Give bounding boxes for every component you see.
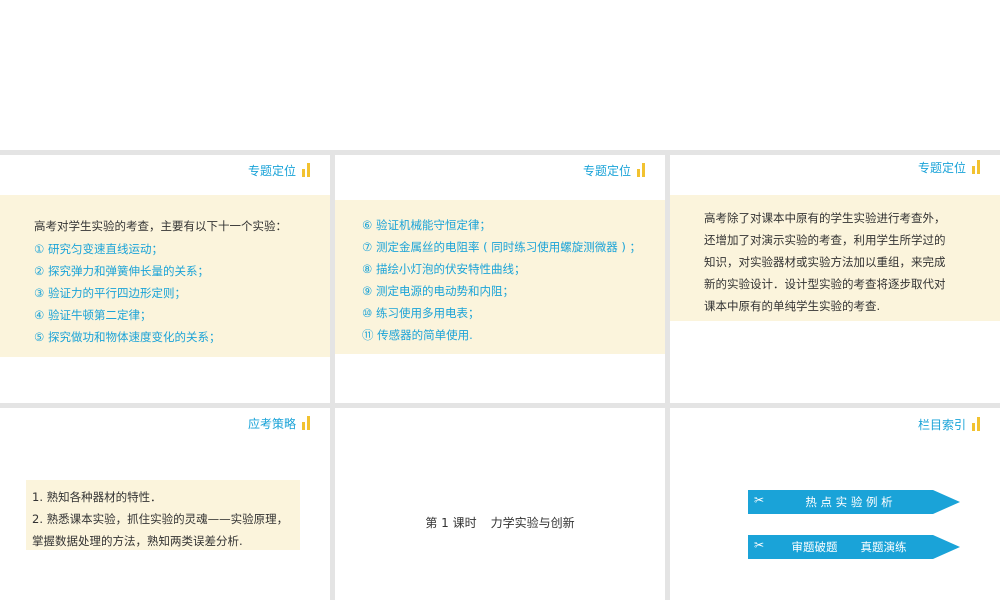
nav-button-label: 审题破题 真题演练 — [791, 540, 907, 554]
section-header-label: 专题定位 — [582, 163, 631, 178]
scissors-icon: ✂ — [754, 493, 765, 507]
paragraph-line: 新的实验设计．设计型实验的考查将逐步取代对 — [704, 277, 946, 291]
intro-text: 高考对学生实验的考查，主要有以下十一个实验： — [34, 219, 287, 233]
content-box: 高考对学生实验的考查，主要有以下十一个实验： ① 研究匀变速直线运动； ② 探究… — [0, 195, 330, 357]
slide-thumbnail-2[interactable]: 专题定位 ⑥ 验证机械能守恒定律； ⑦ 测定金属丝的电阻率 ( 同时练习使用螺旋… — [335, 155, 665, 403]
strategy-line: 1. 熟知各种器材的特性． — [32, 490, 162, 504]
section-header-label: 专题定位 — [247, 163, 296, 178]
lesson-topic: 力学实验与创新 — [490, 516, 575, 530]
paragraph-line: 课本中原有的单纯学生实验的考查. — [704, 299, 881, 313]
experiment-item: ⑪ 传感器的简单使用. — [362, 328, 473, 342]
section-header-label: 专题定位 — [917, 160, 966, 175]
scissors-icon: ✂ — [754, 538, 765, 552]
section-header-label: 应考策略 — [247, 416, 296, 431]
section-header: 专题定位 — [583, 161, 645, 179]
slide-thumbnail-3[interactable]: 专题定位 高考除了对课本中原有的学生实验进行考查外， 还增加了对演示实验的考查，… — [670, 155, 1000, 403]
bar-chart-icon — [302, 163, 310, 177]
section-header: 栏目索引 — [918, 415, 980, 433]
experiment-item: ⑤ 探究做功和物体速度变化的关系； — [34, 330, 221, 344]
nav-button-exam-practice[interactable]: ✂ 审题破题 真题演练 — [748, 535, 960, 559]
experiment-item: ⑦ 测定金属丝的电阻率 ( 同时练习使用螺旋测微器 ) ； — [362, 240, 642, 254]
bar-chart-icon — [637, 163, 645, 177]
nav-button-hot-experiments[interactable]: ✂ 热 点 实 验 例 析 — [748, 490, 960, 514]
section-header: 应考策略 — [248, 414, 310, 432]
bar-chart-icon — [972, 160, 980, 174]
slide-thumbnail-5[interactable]: 第 1 课时 力学实验与创新 — [335, 408, 665, 600]
bar-chart-icon — [972, 417, 980, 431]
paragraph-line: 知识，对实验器材或实验方法加以重组，来完成 — [704, 255, 946, 269]
experiment-item: ⑨ 测定电源的电动势和内阻； — [362, 284, 514, 298]
content-box: ⑥ 验证机械能守恒定律； ⑦ 测定金属丝的电阻率 ( 同时练习使用螺旋测微器 )… — [335, 200, 665, 354]
strategy-line: 掌握数据处理的方法，熟知两类误差分析. — [32, 534, 243, 548]
slide-thumbnail-6[interactable]: 栏目索引 ✂ 热 点 实 验 例 析 ✂ 审题破题 真题演练 — [670, 408, 1000, 600]
experiment-item: ③ 验证力的平行四边形定则； — [34, 286, 186, 300]
lesson-title: 第 1 课时 力学实验与创新 — [335, 514, 665, 531]
paragraph-line: 高考除了对课本中原有的学生实验进行考查外， — [704, 211, 946, 225]
experiment-item: ⑥ 验证机械能守恒定律； — [362, 218, 491, 232]
bar-chart-icon — [302, 416, 310, 430]
section-header: 专题定位 — [248, 161, 310, 179]
section-header-label: 栏目索引 — [917, 417, 966, 432]
paragraph-line: 还增加了对演示实验的考查，利用学生所学过的 — [704, 233, 946, 247]
experiment-item: ⑩ 练习使用多用电表； — [362, 306, 480, 320]
slide-thumbnail-1[interactable]: 专题定位 高考对学生实验的考查，主要有以下十一个实验： ① 研究匀变速直线运动；… — [0, 155, 330, 403]
strategy-box: 1. 熟知各种器材的特性． 2. 熟悉课本实验，抓住实验的灵魂——实验原理， 掌… — [26, 480, 300, 550]
experiment-item: ① 研究匀变速直线运动； — [34, 242, 163, 256]
slide-thumbnail-4[interactable]: 应考策略 1. 熟知各种器材的特性． 2. 熟悉课本实验，抓住实验的灵魂——实验… — [0, 408, 330, 600]
experiment-item: ⑧ 描绘小灯泡的伏安特性曲线； — [362, 262, 526, 276]
section-header: 专题定位 — [918, 158, 980, 176]
strategy-line: 2. 熟悉课本实验，抓住实验的灵魂——实验原理， — [32, 512, 289, 526]
lesson-number: 第 1 课时 — [425, 516, 477, 530]
nav-button-label: 热 点 实 验 例 析 — [805, 495, 893, 509]
experiment-item: ④ 验证牛顿第二定律； — [34, 308, 152, 322]
experiment-item: ② 探究弹力和弹簧伸长量的关系； — [34, 264, 209, 278]
content-box: 高考除了对课本中原有的学生实验进行考查外， 还增加了对演示实验的考查，利用学生所… — [670, 195, 1000, 321]
